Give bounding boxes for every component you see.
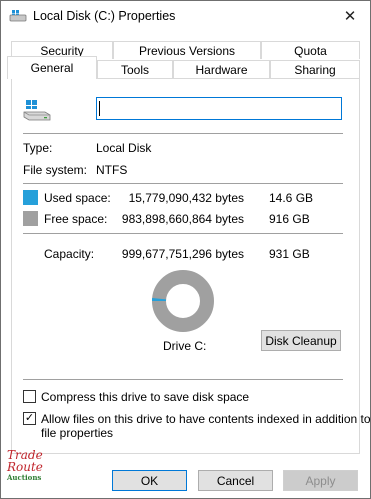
tab-quota[interactable]: Quota bbox=[261, 41, 360, 59]
index-checkbox[interactable]: ✓ bbox=[23, 412, 36, 425]
text-caret bbox=[99, 101, 100, 116]
window-title: Local Disk (C:) Properties bbox=[33, 9, 176, 23]
tab-hardware[interactable]: Hardware bbox=[173, 60, 270, 78]
type-value: Local Disk bbox=[96, 141, 152, 155]
separator bbox=[23, 233, 343, 234]
separator bbox=[23, 183, 343, 184]
separator bbox=[23, 133, 343, 134]
free-space-label: Free space: bbox=[44, 212, 108, 226]
free-space-gb: 916 GB bbox=[269, 212, 310, 226]
used-space-bytes: 15,779,090,432 bytes bbox=[128, 191, 244, 205]
free-space-bytes: 983,898,660,864 bytes bbox=[121, 212, 244, 226]
disk-usage-donut bbox=[152, 270, 214, 332]
drive-name-input[interactable] bbox=[96, 97, 342, 120]
used-space-label: Used space: bbox=[44, 191, 111, 205]
capacity-gb: 931 GB bbox=[269, 247, 310, 261]
apply-button[interactable]: Apply bbox=[283, 470, 358, 491]
disk-cleanup-button[interactable]: Disk Cleanup bbox=[261, 330, 341, 351]
compress-checkbox[interactable] bbox=[23, 390, 36, 403]
capacity-label: Capacity: bbox=[44, 247, 95, 261]
ok-button[interactable]: OK bbox=[112, 470, 187, 491]
index-label-line2: file properties bbox=[41, 426, 114, 440]
tab-previous-versions[interactable]: Previous Versions bbox=[113, 41, 261, 59]
used-space-swatch bbox=[23, 190, 38, 205]
free-space-ring bbox=[152, 270, 214, 332]
cancel-button[interactable]: Cancel bbox=[198, 470, 273, 491]
file-system-value: NTFS bbox=[96, 163, 128, 177]
close-button[interactable]: ✕ bbox=[338, 5, 362, 27]
file-system-label: File system: bbox=[23, 163, 88, 177]
tab-sharing[interactable]: Sharing bbox=[270, 60, 360, 78]
drive-icon bbox=[9, 9, 27, 23]
free-space-swatch bbox=[23, 211, 38, 226]
watermark-line2: Route bbox=[7, 460, 43, 474]
separator bbox=[23, 379, 343, 380]
used-space-gb: 14.6 GB bbox=[269, 191, 314, 205]
watermark-logo: Trade Route Auctions bbox=[7, 449, 51, 497]
compress-label: Compress this drive to save disk space bbox=[41, 390, 250, 404]
drive-label: Drive C: bbox=[163, 339, 207, 353]
index-label-line1: Allow files on this drive to have conten… bbox=[41, 412, 371, 426]
tab-tools[interactable]: Tools bbox=[97, 60, 173, 78]
tab-general[interactable]: General bbox=[7, 56, 97, 79]
title-bar: Local Disk (C:) Properties ✕ bbox=[1, 1, 370, 33]
type-label: Type: bbox=[23, 141, 53, 155]
properties-window: Local Disk (C:) Properties ✕ Security Pr… bbox=[0, 0, 371, 499]
local-disk-icon bbox=[23, 98, 51, 122]
watermark-line3: Auctions bbox=[7, 473, 42, 482]
capacity-bytes: 999,677,751,296 bytes bbox=[121, 247, 244, 261]
